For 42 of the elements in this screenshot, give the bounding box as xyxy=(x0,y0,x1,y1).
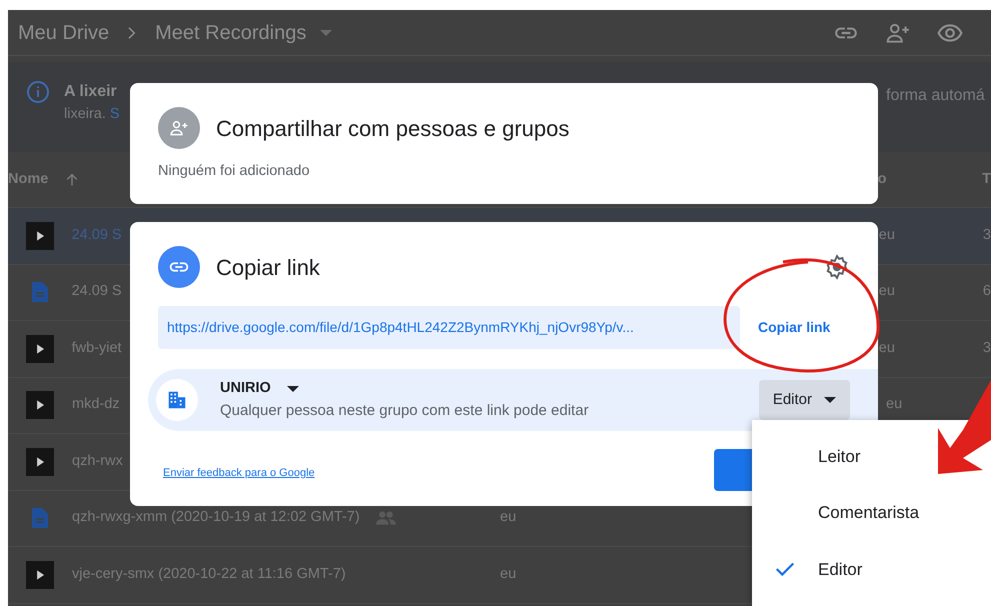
building-icon xyxy=(156,379,198,421)
table-cell: 3 xyxy=(982,340,991,356)
file-name: vje-cery-smx (2020-10-22 at 11:16 GMT-7) xyxy=(72,564,346,584)
owner-cell: eu xyxy=(886,396,902,412)
link-field[interactable]: https://drive.google.com/file/d/1Gp8p4tHL242Z2BynmRYKhj_njOvr98Yp/v... xyxy=(158,306,740,349)
banner-text: forma automá xyxy=(886,86,985,106)
breadcrumb-item[interactable]: Meet Recordings xyxy=(155,18,306,48)
dialog-title: Compartilhar com pessoas e grupos xyxy=(216,114,570,143)
copy-link-button[interactable]: Copiar link xyxy=(748,309,840,346)
table-cell: eu xyxy=(500,566,516,582)
table-cell: 3 xyxy=(982,226,991,243)
banner-title: A lixeir xyxy=(64,82,118,102)
owner-cell: eu xyxy=(878,340,895,356)
file-name: qzh-rwx xyxy=(72,452,123,471)
link-icon xyxy=(158,246,200,288)
file-name: qzh-rwxg-xmm (2020-10-19 at 12:02 GMT-7) xyxy=(72,508,360,528)
table-cell: 6 xyxy=(982,283,991,300)
group-dropdown[interactable]: UNIRIO xyxy=(220,378,589,400)
caret-icon[interactable] xyxy=(320,30,332,36)
settings-icon[interactable] xyxy=(824,254,850,280)
person-add-icon xyxy=(158,107,200,149)
breadcrumb-item[interactable]: Meu Drive xyxy=(18,18,110,48)
owner-cell: eu xyxy=(878,283,895,300)
access-description: Qualquer pessoa neste grupo com este link pode editar xyxy=(220,400,589,421)
banner-link[interactable]: S xyxy=(110,104,120,126)
table-cell: eu xyxy=(500,509,516,526)
dialog-title: Copiar link xyxy=(216,254,320,282)
dialog-subtitle: Ninguém foi adicionado xyxy=(158,162,311,181)
banner-text: lixeira. xyxy=(64,105,106,124)
file-name: mkd-dz xyxy=(72,395,120,414)
info-icon xyxy=(26,80,50,104)
column-header[interactable]: Nome xyxy=(8,168,48,190)
owner-cell: eu xyxy=(878,226,895,243)
role-dropdown[interactable]: Editor xyxy=(758,380,850,420)
file-name: fwb-yiet xyxy=(72,338,122,358)
menu-item[interactable]: Leitor xyxy=(752,428,991,484)
column-header[interactable]: o xyxy=(878,168,886,190)
caret-icon xyxy=(286,386,299,392)
caret-icon xyxy=(824,397,836,403)
column-header[interactable]: T xyxy=(982,168,991,190)
file-name: 24.09 S xyxy=(72,226,122,245)
file-name: 24.09 S xyxy=(72,282,122,302)
